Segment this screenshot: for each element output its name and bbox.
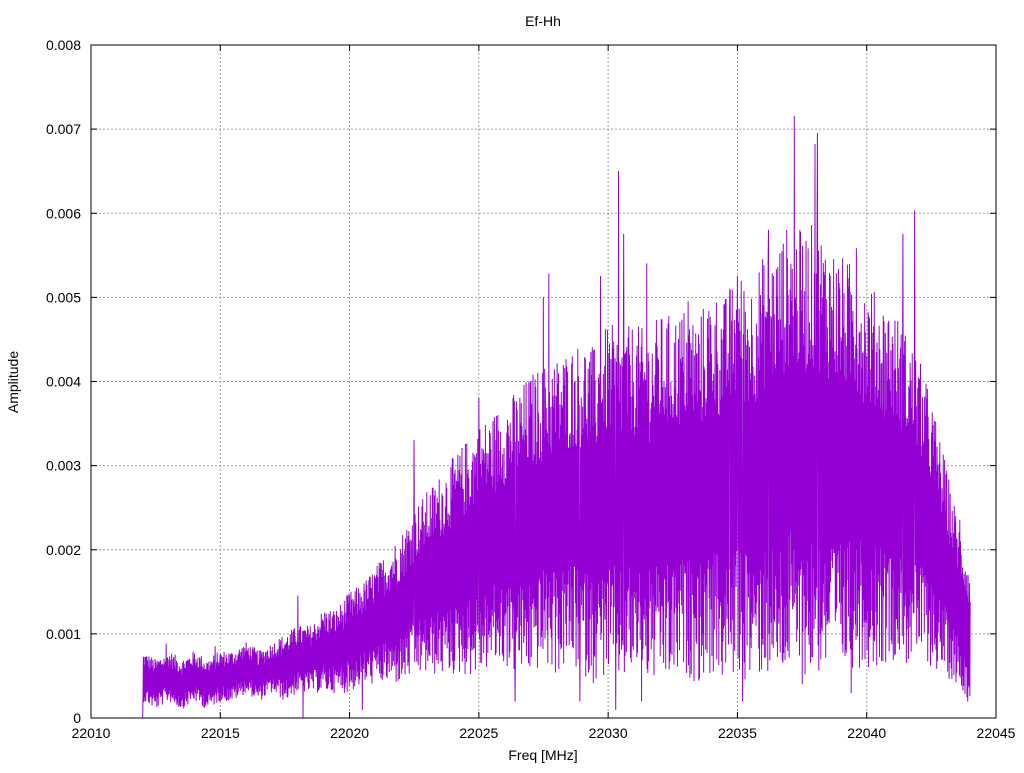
x-tick-label: 22015 [201,725,240,741]
y-tick-label: 0.004 [46,374,81,390]
chart-title: Ef-Hh [525,13,561,29]
x-axis-label: Freq [MHz] [508,747,577,763]
x-tick-label: 22045 [977,725,1016,741]
x-tick-label: 22010 [72,725,111,741]
y-tick-label: 0.008 [46,37,81,53]
y-tick-label: 0.001 [46,626,81,642]
y-tick-label: 0.002 [46,542,81,558]
y-tick-label: 0.006 [46,205,81,221]
y-tick-label: 0.003 [46,458,81,474]
y-tick-label: 0.007 [46,121,81,137]
chart-root: 22010 22015 22020 22025 22030 22035 22040 22045… [0,0,1024,768]
x-tick-label: 22035 [718,725,757,741]
x-tick-label: 22040 [847,725,886,741]
y-tick-label: 0 [73,710,81,726]
x-tick-label: 22030 [589,725,628,741]
y-tick-label: 0.005 [46,289,81,305]
x-tick-label: 22025 [459,725,498,741]
y-axis-label: Amplitude [5,351,21,413]
line-chart: 22010 22015 22020 22025 22030 22035 22040 22045… [0,0,1024,768]
x-tick-label: 22020 [330,725,369,741]
